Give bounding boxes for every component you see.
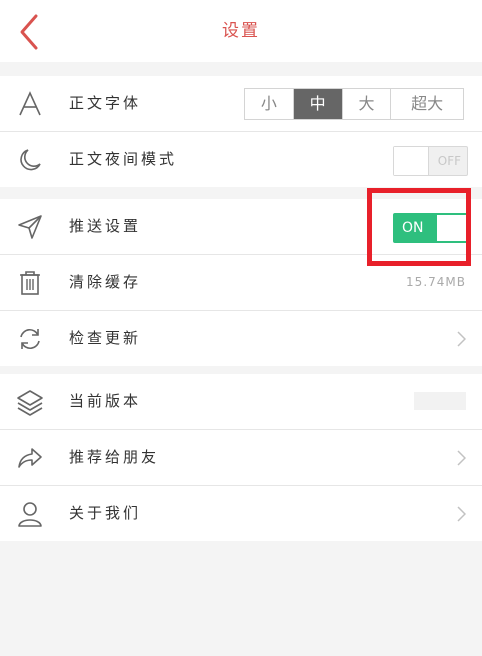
group-display: 正文字体 小 中 大 超大 正文夜间模式 OFF (0, 76, 482, 187)
check-update-label: 检查更新 (69, 329, 142, 347)
row-about-us[interactable]: 关于我们 (0, 486, 482, 541)
row-night-mode: 正文夜间模式 OFF (0, 132, 482, 187)
user-icon (18, 502, 42, 527)
share-icon (18, 448, 42, 468)
row-recommend-friend[interactable]: 推荐给朋友 (0, 430, 482, 486)
toggle-off-text: OFF (437, 154, 461, 168)
push-settings-label: 推送设置 (69, 217, 142, 235)
about-us-label: 关于我们 (69, 504, 142, 522)
paper-plane-icon (18, 215, 42, 239)
row-font-size: 正文字体 小 中 大 超大 (0, 76, 482, 132)
group-about: 当前版本 推荐给朋友 关于我们 (0, 374, 482, 541)
page-title: 设置 (222, 21, 260, 41)
font-size-selector: 小 中 大 超大 (244, 88, 464, 120)
row-current-version: 当前版本 (0, 374, 482, 430)
font-size-medium[interactable]: 中 (293, 89, 343, 119)
header-bar: 设置 (0, 0, 482, 62)
font-size-label: 正文字体 (69, 94, 142, 112)
chevron-right-icon (457, 450, 466, 466)
chevron-right-icon (457, 506, 466, 522)
version-value-blurred (414, 392, 466, 410)
trash-icon (20, 271, 40, 295)
font-size-extra-large[interactable]: 超大 (391, 89, 463, 119)
toggle-knob (394, 147, 429, 175)
recommend-friend-label: 推荐给朋友 (69, 448, 160, 466)
night-mode-toggle[interactable]: OFF (393, 146, 468, 176)
moon-icon (20, 149, 41, 171)
font-size-small[interactable]: 小 (245, 89, 294, 119)
annotation-highlight-box (367, 188, 471, 266)
clear-cache-label: 清除缓存 (69, 273, 142, 291)
chevron-right-icon (457, 331, 466, 347)
font-size-large[interactable]: 大 (343, 89, 392, 119)
refresh-icon (20, 329, 40, 349)
night-mode-label: 正文夜间模式 (69, 150, 178, 168)
font-a-icon (19, 91, 41, 116)
current-version-label: 当前版本 (69, 392, 142, 410)
layers-icon (17, 390, 43, 416)
row-check-update[interactable]: 检查更新 (0, 311, 482, 366)
